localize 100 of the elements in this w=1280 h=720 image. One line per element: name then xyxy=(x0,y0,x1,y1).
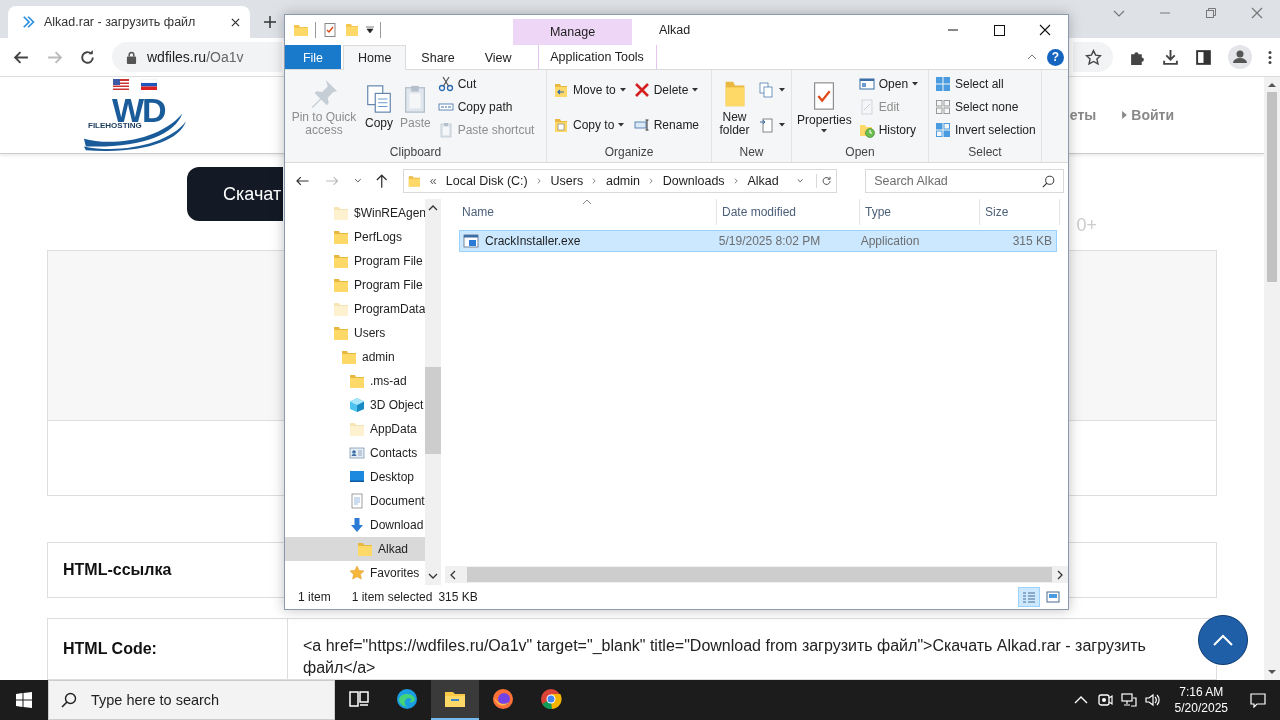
restore-icon[interactable] xyxy=(1205,7,1217,19)
close-icon[interactable] xyxy=(231,17,240,27)
ribbon-button[interactable]: Copy path xyxy=(434,96,538,118)
ribbon-button[interactable]: Copy xyxy=(362,81,396,133)
browser-tab[interactable]: Alkad.rar - загрузить файл xyxy=(8,6,250,38)
tree-item[interactable]: PerfLogs xyxy=(285,225,425,249)
scroll-thumb[interactable] xyxy=(1267,92,1277,282)
tree-item[interactable]: Download xyxy=(285,513,425,537)
tree-item[interactable]: admin xyxy=(285,345,425,369)
breadcrumb[interactable]: Local Disk (C:) xyxy=(445,174,528,188)
checklist-icon[interactable] xyxy=(322,22,338,38)
login-link[interactable]: Войти xyxy=(1131,107,1174,123)
menu-icon[interactable] xyxy=(1268,48,1272,66)
tree-item[interactable]: Favorites xyxy=(285,561,425,585)
ribbon-button[interactable]: Invert selection xyxy=(932,119,1039,142)
tree-item[interactable]: Document xyxy=(285,489,425,513)
download-icon[interactable] xyxy=(1162,48,1179,66)
profile-avatar-icon[interactable] xyxy=(1228,45,1252,69)
tree-item[interactable]: .ms-ad xyxy=(285,369,425,393)
ribbon-button[interactable]: History xyxy=(855,119,922,142)
breadcrumb[interactable]: Downloads xyxy=(662,174,725,188)
tree-item[interactable]: $WinREAgen xyxy=(285,201,425,225)
chevron-right-icon[interactable] xyxy=(733,177,739,185)
ribbon-button[interactable]: Rename xyxy=(630,113,703,136)
ribbon-tab[interactable]: Application Tools xyxy=(537,45,657,69)
ribbon-button[interactable]: Select none xyxy=(932,96,1039,118)
download-button[interactable]: Скачат xyxy=(187,167,283,221)
ribbon-button[interactable]: Copy to xyxy=(550,113,629,136)
ribbon-tab[interactable]: View xyxy=(469,45,527,69)
star-icon[interactable] xyxy=(1084,48,1102,66)
ribbon-button[interactable]: Move to xyxy=(550,78,629,101)
scroll-down-icon[interactable] xyxy=(1268,670,1276,675)
help-button[interactable]: ? xyxy=(1047,48,1064,66)
address-bar[interactable]: wdfiles.ru/Oa1v xyxy=(112,42,282,72)
side-panel-icon[interactable] xyxy=(1195,48,1212,66)
scroll-thumb[interactable] xyxy=(467,567,1052,582)
chevron-down-icon[interactable] xyxy=(353,178,362,184)
embed-code-text: <a href="https://wdfiles.ru/Oa1v" target="_blank" title="Download from загрузить файл">Скачать Alkad.rar - загрузить файл</a> xyxy=(303,636,1147,678)
tree-item[interactable]: ProgramData xyxy=(285,297,425,321)
clock-time[interactable]: 7:16 AM xyxy=(1179,684,1224,700)
tree-item[interactable]: Users xyxy=(285,321,425,345)
view-toggle-button[interactable] xyxy=(1018,587,1040,607)
chevron-down-icon[interactable] xyxy=(796,178,803,184)
file-menu-tab[interactable]: File xyxy=(285,45,341,69)
column-header[interactable]: Size xyxy=(980,199,1060,225)
us-flag-icon[interactable] xyxy=(113,79,129,90)
nav-link[interactable]: еты xyxy=(1069,107,1097,123)
tree-item[interactable]: AppData xyxy=(285,417,425,441)
network-icon[interactable] xyxy=(1120,692,1137,708)
file-row[interactable]: CrackInstaller.exe 5/19/2025 8:02 PM Application 315 KB xyxy=(459,230,1057,252)
tree-item[interactable]: Contacts xyxy=(285,441,425,465)
taskbar-app-button[interactable] xyxy=(431,680,479,720)
ribbon-button[interactable]: Delete xyxy=(630,78,703,101)
tree-item[interactable]: Program File xyxy=(285,249,425,273)
search-field[interactable]: Search Alkad xyxy=(865,169,1064,193)
chevron-right-icon[interactable] xyxy=(649,177,654,185)
overflow-crumb[interactable]: « xyxy=(429,174,437,188)
windows-logo-icon[interactable] xyxy=(16,692,32,708)
camera-icon[interactable] xyxy=(1096,692,1113,708)
ribbon-tab[interactable]: Share xyxy=(406,45,470,69)
column-header[interactable]: Name xyxy=(457,199,717,225)
tree-scrollbar[interactable] xyxy=(425,199,441,585)
ribbon-button[interactable]: Open xyxy=(855,72,922,95)
ribbon-button[interactable]: Cut xyxy=(434,72,538,95)
monitor-icon xyxy=(349,469,365,485)
tree-item[interactable]: Program File xyxy=(285,273,425,297)
scroll-up-icon[interactable] xyxy=(1268,82,1276,87)
page-scrollbar[interactable] xyxy=(1264,77,1280,680)
scroll-up-icon[interactable] xyxy=(428,205,438,211)
horizontal-scrollbar[interactable] xyxy=(445,566,1068,583)
address-bar[interactable]: « Local Disk (C:) Users admin Downloads Alkad xyxy=(403,169,838,193)
taskbar-search-field[interactable]: Type here to search xyxy=(48,680,335,720)
ru-flag-icon[interactable] xyxy=(141,79,157,90)
column-header[interactable]: Type xyxy=(860,199,980,225)
refresh-icon[interactable] xyxy=(816,174,833,188)
scroll-thumb[interactable] xyxy=(425,367,441,454)
row-label: HTML Code: xyxy=(48,619,288,679)
scroll-left-icon[interactable] xyxy=(450,569,456,580)
chevron-right-icon[interactable] xyxy=(592,177,597,185)
tree-item[interactable]: 3D Object xyxy=(285,393,425,417)
ribbon-button[interactable]: Properties xyxy=(795,78,854,136)
clock-date[interactable]: 5/20/2025 xyxy=(1174,700,1228,716)
tree-item[interactable]: Alkad xyxy=(285,537,425,561)
chevron-right-icon[interactable] xyxy=(536,177,542,185)
table-cell-text: 315 KB xyxy=(1011,234,1053,248)
ribbon-button[interactable]: New folder xyxy=(715,74,754,140)
plus-icon[interactable] xyxy=(264,16,276,28)
breadcrumb[interactable]: admin xyxy=(605,174,640,188)
notification-icon[interactable] xyxy=(1250,692,1266,708)
column-header[interactable]: Date modified xyxy=(717,199,860,225)
scroll-down-icon[interactable] xyxy=(428,573,438,579)
reload-icon[interactable] xyxy=(79,48,96,66)
ribbon-tab[interactable]: Home xyxy=(343,45,407,70)
breadcrumb[interactable]: Alkad xyxy=(747,174,779,188)
speaker-icon[interactable] xyxy=(1144,692,1161,708)
tree-item[interactable]: Desktop xyxy=(285,465,425,489)
scroll-right-icon[interactable] xyxy=(1057,569,1063,580)
breadcrumb[interactable]: Users xyxy=(550,174,584,188)
ribbon-button[interactable]: Select all xyxy=(932,72,1039,95)
dropdown-icon[interactable] xyxy=(366,26,374,34)
